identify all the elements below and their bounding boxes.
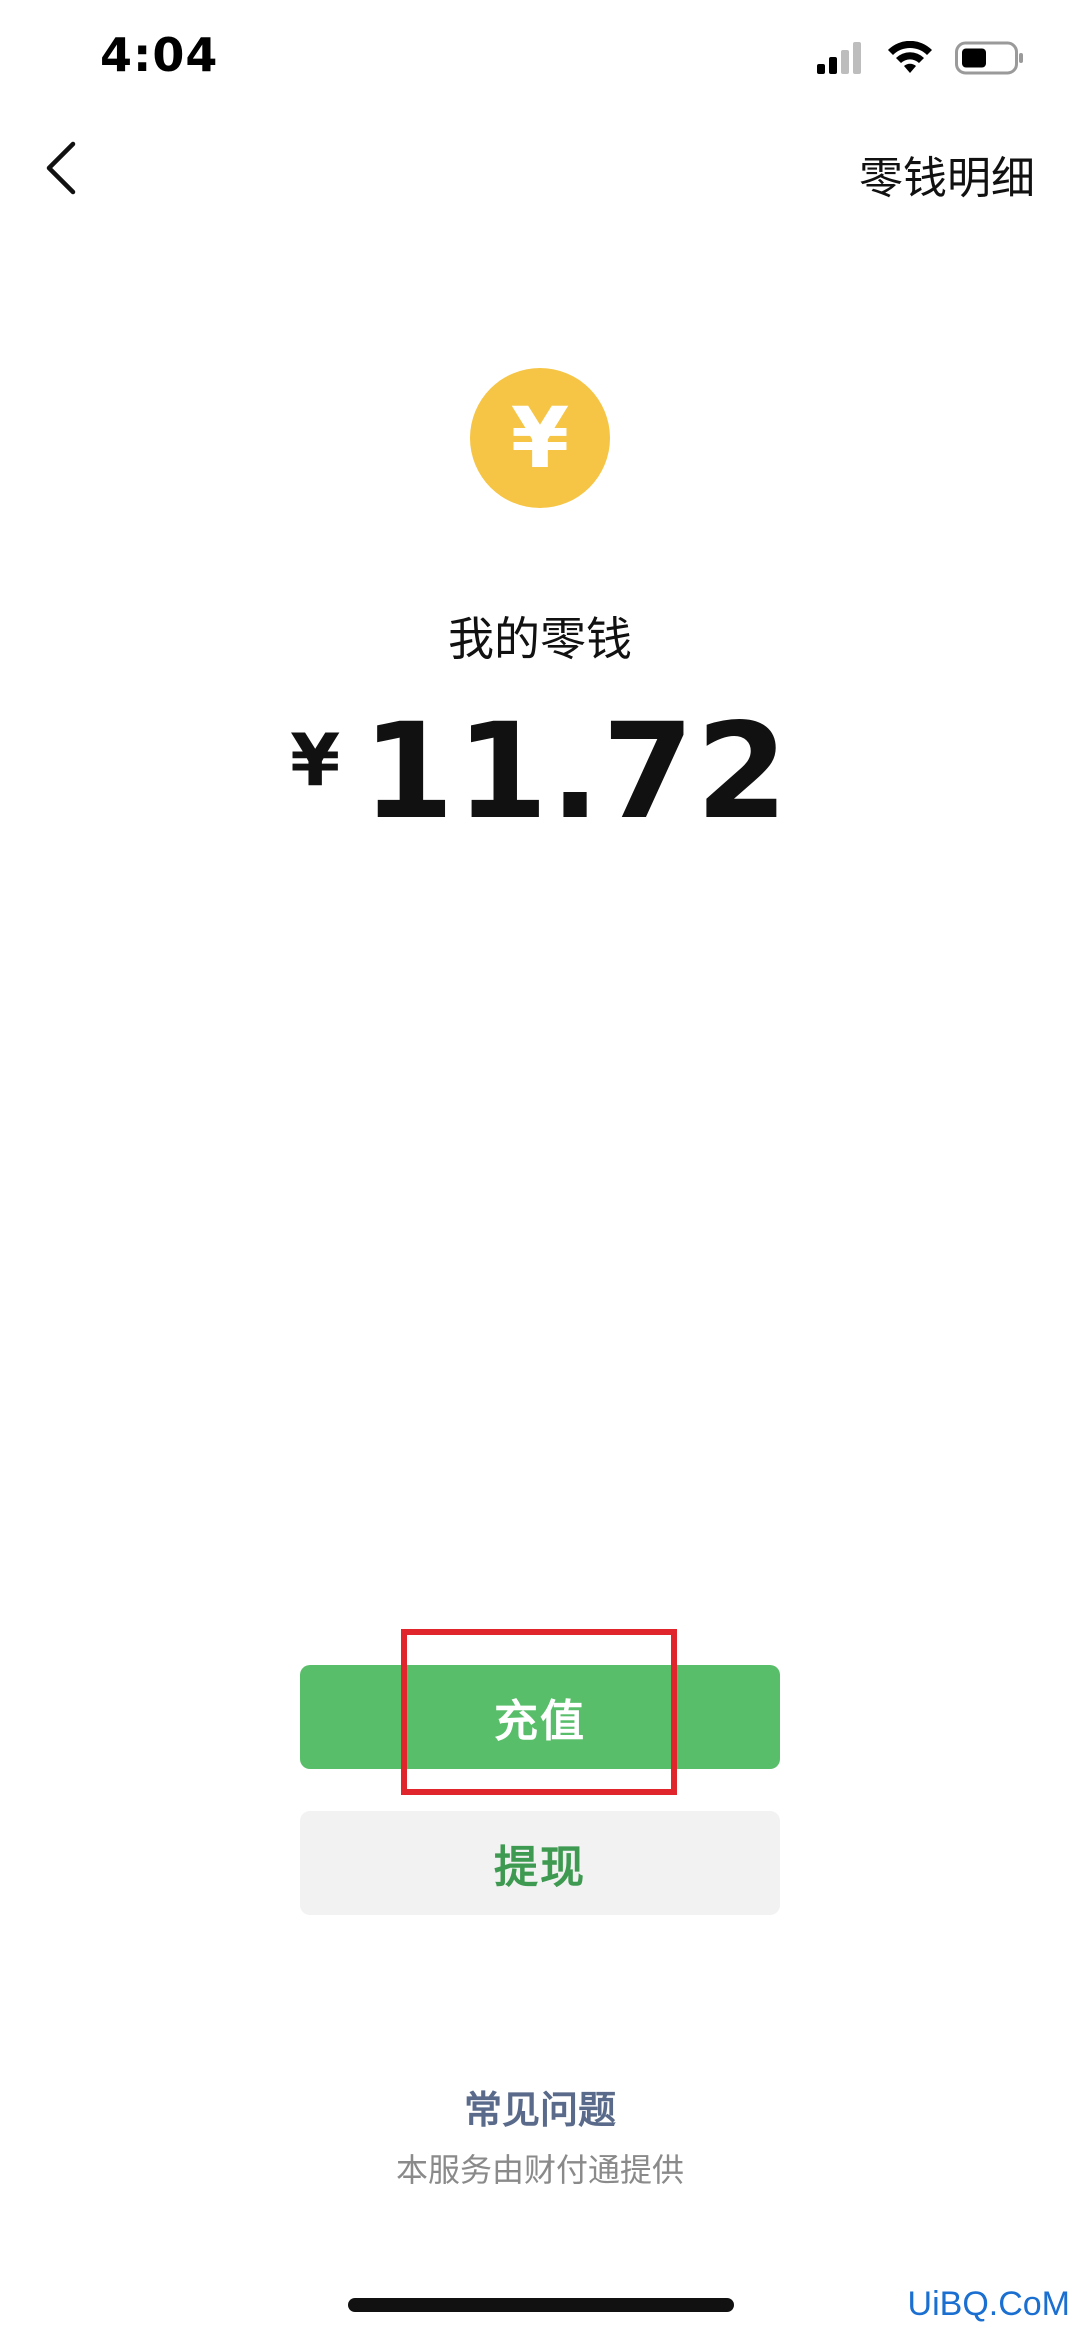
withdraw-button[interactable]: 提现 — [300, 1811, 780, 1915]
home-indicator — [348, 2298, 734, 2312]
status-bar: 4:04 — [0, 0, 1080, 120]
status-icons — [817, 40, 1025, 79]
balance-amount: ¥ 11.72 — [0, 695, 1080, 849]
status-time: 4:04 — [100, 28, 219, 82]
faq-link[interactable]: 常见问题 — [0, 2079, 1080, 2134]
yuan-coin-icon: ¥ — [470, 368, 610, 508]
change-details-link[interactable]: 零钱明细 — [859, 142, 1035, 206]
back-button[interactable] — [30, 135, 90, 205]
currency-sign: ¥ — [290, 718, 341, 802]
chevron-left-icon — [43, 140, 77, 200]
amount-value: 11.72 — [362, 695, 790, 849]
balance-label: 我的零钱 — [448, 612, 632, 666]
wifi-icon — [887, 40, 933, 79]
battery-icon — [955, 41, 1025, 79]
signal-icon — [817, 42, 865, 78]
recharge-button[interactable]: 充值 — [300, 1665, 780, 1769]
watermark: UiBQ.CoM — [907, 2285, 1070, 2323]
provider-note: 本服务由财付通提供 — [395, 2151, 684, 2189]
